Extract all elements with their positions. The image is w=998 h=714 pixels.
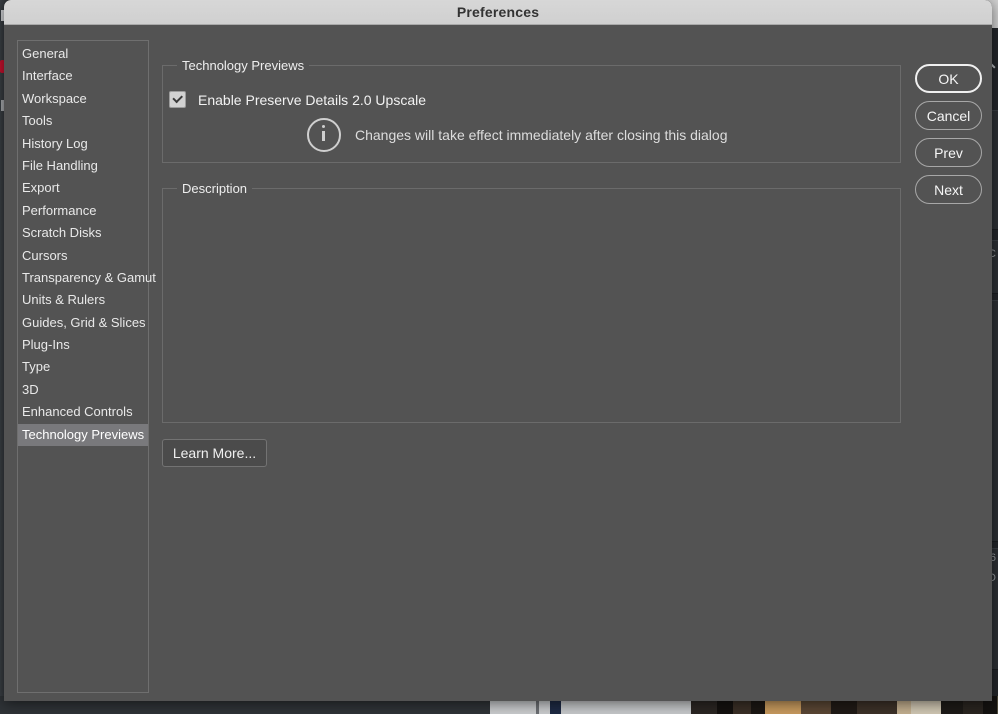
group-technology-previews: Technology Previews Enable Preserve Deta… <box>162 58 901 163</box>
group-description: Description <box>162 181 901 423</box>
sidebar-item-cursors[interactable]: Cursors <box>18 245 148 267</box>
prev-button[interactable]: Prev <box>915 138 982 167</box>
dialog-title: Preferences <box>456 4 540 20</box>
preference-category-list[interactable]: General Interface Workspace Tools History Lo… <box>17 40 156 693</box>
sidebar-item-3d[interactable]: 3D <box>18 379 148 401</box>
sidebar-item-transparency-gamut[interactable]: Transparency & Gamut <box>18 267 156 289</box>
info-message-row: Changes will take effect immediately aft… <box>307 118 727 152</box>
cancel-button[interactable]: Cancel <box>915 101 982 130</box>
sidebar-item-enhanced-controls[interactable]: Enhanced Controls <box>18 401 148 423</box>
sidebar-item-units-rulers[interactable]: Units & Rulers <box>18 289 148 311</box>
sidebar-item-tools[interactable]: Tools <box>18 110 148 132</box>
ok-button[interactable]: OK <box>915 64 982 93</box>
sidebar-item-technology-previews[interactable]: Technology Previews <box>18 423 148 447</box>
sidebar-item-history-log[interactable]: History Log <box>18 133 148 155</box>
info-circle-icon <box>307 118 341 152</box>
description-text <box>163 189 900 217</box>
group-description-label: Description <box>177 181 253 196</box>
sidebar-item-guides-grid-slices[interactable]: Guides, Grid & Slices <box>18 312 148 334</box>
sidebar-item-general[interactable]: General <box>18 43 148 65</box>
info-message-text: Changes will take effect immediately aft… <box>355 127 728 143</box>
sidebar-item-type[interactable]: Type <box>18 356 148 378</box>
preserve-details-checkbox-row[interactable]: Enable Preserve Details 2.0 Upscale <box>169 91 426 108</box>
group-technology-previews-label: Technology Previews <box>177 58 310 73</box>
sidebar-item-workspace[interactable]: Workspace <box>18 88 148 110</box>
enable-preserve-details-checkbox[interactable] <box>169 91 186 108</box>
learn-more-button[interactable]: Learn More... <box>162 439 267 467</box>
sidebar-item-performance[interactable]: Performance <box>18 200 148 222</box>
sidebar-item-file-handling[interactable]: File Handling <box>18 155 148 177</box>
sidebar-item-scratch-disks[interactable]: Scratch Disks <box>18 222 148 244</box>
sidebar-item-export[interactable]: Export <box>18 177 148 199</box>
next-button[interactable]: Next <box>915 175 982 204</box>
dialog-body: General Interface Workspace Tools History Lo… <box>4 25 992 701</box>
sidebar-item-interface[interactable]: Interface <box>18 65 148 87</box>
dialog-action-buttons: OK Cancel Prev Next <box>915 64 984 212</box>
dialog-titlebar[interactable]: Preferences <box>4 0 992 25</box>
sidebar-item-plug-ins[interactable]: Plug-Ins <box>18 334 148 356</box>
enable-preserve-details-label[interactable]: Enable Preserve Details 2.0 Upscale <box>198 92 426 108</box>
preferences-dialog: Preferences General Interface Workspace Too… <box>4 0 992 701</box>
